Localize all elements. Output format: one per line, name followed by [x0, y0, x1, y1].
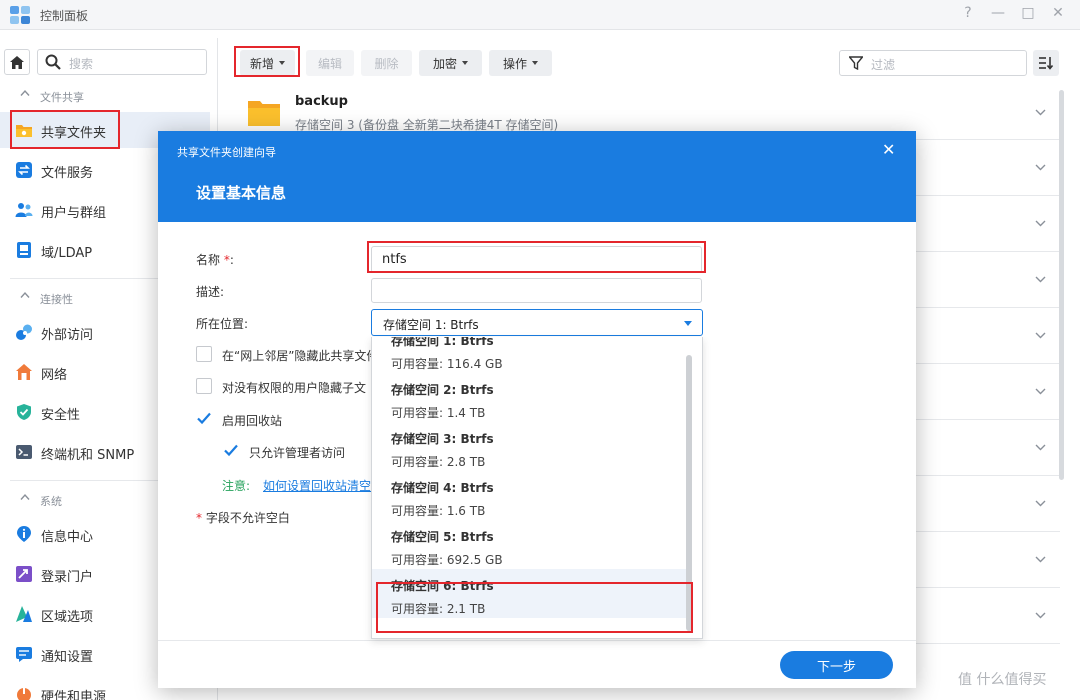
name-label: 名称 *:: [196, 253, 234, 267]
window-title: 控制面板: [40, 9, 89, 23]
dropdown-option[interactable]: 存储空间 3: Btrfs 可用容量: 2.8 TB: [372, 422, 688, 471]
chevron-down-icon[interactable]: [1035, 164, 1046, 171]
description-label: 描述:: [196, 285, 225, 299]
title-bar: 控制面板 ? — □ ✕: [0, 0, 1080, 30]
folder-name: backup: [295, 94, 348, 109]
search-icon: [45, 54, 61, 70]
dropdown-option[interactable]: 存储空间 2: Btrfs 可用容量: 1.4 TB: [372, 373, 688, 422]
chevron-down-icon[interactable]: [1035, 556, 1046, 563]
minimize-button[interactable]: —: [990, 5, 1006, 21]
dropdown-arrow-icon: [684, 321, 692, 326]
info-center-icon: [17, 526, 31, 542]
caret-down-icon: [462, 61, 468, 65]
maximize-button[interactable]: □: [1020, 5, 1036, 21]
chevron-down-icon[interactable]: [1035, 612, 1046, 619]
sidebar-group-file-sharing[interactable]: 文件共享: [0, 89, 210, 104]
sort-button[interactable]: [1033, 50, 1059, 76]
external-access-icon: [16, 324, 32, 340]
regional-icon: [16, 606, 32, 622]
sidebar-search-input[interactable]: 搜索: [37, 49, 207, 75]
search-placeholder: 搜索: [69, 57, 94, 71]
chevron-down-icon[interactable]: [1035, 109, 1046, 116]
control-panel-icon: [10, 6, 30, 24]
hardware-icon: [17, 688, 31, 700]
caret-down-icon: [532, 61, 538, 65]
list-scrollbar[interactable]: [1059, 90, 1064, 480]
action-button[interactable]: 操作: [489, 50, 552, 76]
dialog-footer-divider: [158, 640, 916, 641]
create-shared-folder-dialog: 共享文件夹创建向导 ✕ 设置基本信息 名称 *: ntfs 描述: 所在位置: …: [158, 131, 916, 688]
location-label: 所在位置:: [196, 317, 249, 331]
dialog-subtitle: 共享文件夹创建向导: [177, 146, 276, 159]
checkmark-icon: [224, 444, 238, 457]
notification-icon: [16, 647, 32, 662]
recycle-bin-checkbox[interactable]: [196, 410, 212, 426]
watermark: 值 什么值得买: [958, 672, 1047, 688]
hide-subfolders-label: 对没有权限的用户隐藏子文: [222, 381, 367, 395]
delete-button[interactable]: 删除: [361, 50, 412, 76]
recycle-bin-label: 启用回收站: [222, 414, 283, 428]
admin-only-label: 只允许管理者访问: [249, 446, 346, 460]
encrypt-button[interactable]: 加密: [419, 50, 482, 76]
shield-icon: [17, 404, 31, 420]
help-button[interactable]: ?: [960, 5, 976, 21]
home-button[interactable]: [4, 49, 30, 75]
terminal-icon: [16, 445, 32, 459]
chevron-down-icon[interactable]: [1035, 444, 1046, 451]
checkmark-icon: [197, 412, 211, 425]
recycle-bin-help-link[interactable]: 如何设置回收站清空: [263, 477, 371, 494]
highlight-storage-6: [376, 582, 693, 633]
filter-input[interactable]: 过滤: [839, 50, 1027, 76]
admin-only-checkbox[interactable]: [223, 442, 239, 458]
dropdown-option[interactable]: 存储空间 4: Btrfs 可用容量: 1.6 TB: [372, 471, 688, 520]
dropdown-option[interactable]: 存储空间 5: Btrfs 可用容量: 692.5 GB: [372, 520, 688, 569]
chevron-down-icon[interactable]: [1035, 332, 1046, 339]
description-input[interactable]: [371, 278, 702, 303]
dialog-close-button[interactable]: ✕: [882, 140, 895, 159]
domain-icon: [17, 242, 31, 258]
sort-icon: [1039, 57, 1054, 70]
note-label: 注意:: [222, 479, 251, 493]
hide-subfolders-checkbox[interactable]: [196, 378, 212, 394]
chevron-down-icon[interactable]: [1035, 500, 1046, 507]
highlight-create: [234, 46, 300, 77]
hide-network-label: 在“网上邻居”隐藏此共享文件: [222, 349, 371, 363]
required-field-note: * 字段不允许空白: [196, 511, 290, 525]
dialog-header: 共享文件夹创建向导 ✕ 设置基本信息: [158, 131, 916, 222]
highlight-name-input: [367, 241, 706, 273]
chevron-up-icon: [20, 291, 30, 298]
chevron-down-icon[interactable]: [1035, 220, 1046, 227]
home-icon: [10, 55, 24, 69]
hide-network-checkbox[interactable]: [196, 346, 212, 362]
dropdown-option[interactable]: 存储空间 1: Btrfs 可用容量: 116.4 GB: [372, 337, 688, 373]
chevron-up-icon: [20, 493, 30, 500]
login-portal-icon: [16, 566, 32, 582]
edit-button[interactable]: 编辑: [306, 50, 354, 76]
highlight-shared-folder: [10, 110, 120, 149]
folder-icon: [248, 101, 280, 126]
close-window-button[interactable]: ✕: [1050, 5, 1066, 21]
location-select[interactable]: 存储空间 1: Btrfs: [371, 309, 703, 336]
next-button[interactable]: 下一步: [780, 651, 893, 679]
users-icon: [15, 203, 33, 217]
network-icon: [16, 364, 32, 380]
filter-icon: [849, 56, 863, 70]
file-services-icon: [16, 162, 32, 178]
dialog-title: 设置基本信息: [196, 184, 287, 202]
chevron-down-icon[interactable]: [1035, 388, 1046, 395]
chevron-up-icon: [20, 89, 30, 96]
chevron-down-icon[interactable]: [1035, 276, 1046, 283]
